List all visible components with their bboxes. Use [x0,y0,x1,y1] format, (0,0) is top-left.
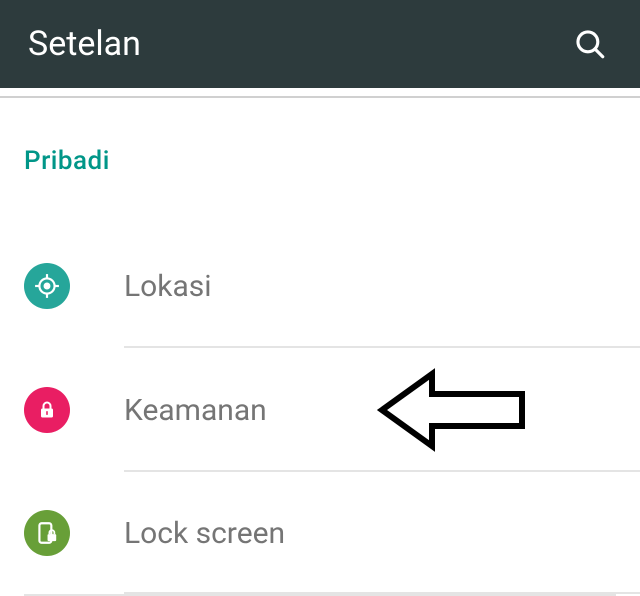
lock-icon [24,387,70,433]
icon-wrap [24,263,124,309]
list-item-lock-screen[interactable]: Lock screen [24,472,616,596]
section-header-personal: Pribadi [24,146,616,176]
list-item-label: Lokasi [124,269,212,304]
settings-section: Pribadi Lokasi [0,98,640,596]
icon-wrap [24,510,124,556]
phone-lock-icon [24,510,70,556]
search-button[interactable] [568,22,612,66]
search-icon [573,27,607,61]
page-title: Setelan [28,24,141,64]
list-item-label: Keamanan [124,393,267,428]
settings-list: Lokasi Keamanan [24,224,616,596]
list-item-location[interactable]: Lokasi [24,224,616,348]
list-item-label: Lock screen [124,516,285,551]
app-bar: Setelan [0,0,640,88]
icon-wrap [24,387,124,433]
annotation-arrow-icon [374,360,534,460]
divider [124,592,640,594]
location-icon [24,263,70,309]
list-item-security[interactable]: Keamanan [24,348,616,472]
